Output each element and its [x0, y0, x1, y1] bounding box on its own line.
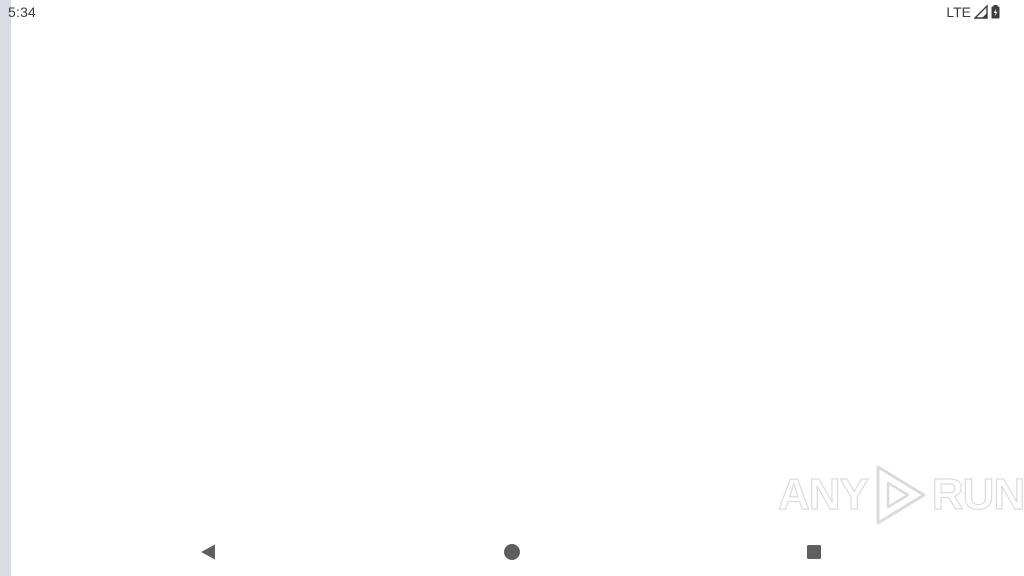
home-button[interactable]	[482, 528, 542, 576]
watermark-text-right: RUN	[931, 469, 1024, 519]
status-time: 5:34	[8, 4, 37, 20]
home-circle-icon	[503, 543, 521, 561]
navigation-bar	[0, 528, 1024, 576]
anyrun-watermark: ANY RUN	[777, 462, 1024, 528]
left-edge-strip	[0, 0, 11, 576]
android-screen: 5:34 LTE ANY RUN	[0, 0, 1024, 576]
signal-icon	[973, 4, 988, 19]
battery-icon	[991, 5, 1000, 19]
watermark-text-left: ANY	[777, 469, 869, 519]
status-icons: LTE	[946, 4, 1000, 20]
recents-button[interactable]	[784, 528, 844, 576]
recents-square-icon	[806, 544, 822, 560]
play-triangle-icon	[872, 463, 928, 527]
status-bar: 5:34 LTE	[0, 0, 1024, 24]
back-triangle-icon	[199, 543, 217, 561]
network-type-label: LTE	[946, 4, 971, 20]
back-button[interactable]	[178, 528, 238, 576]
